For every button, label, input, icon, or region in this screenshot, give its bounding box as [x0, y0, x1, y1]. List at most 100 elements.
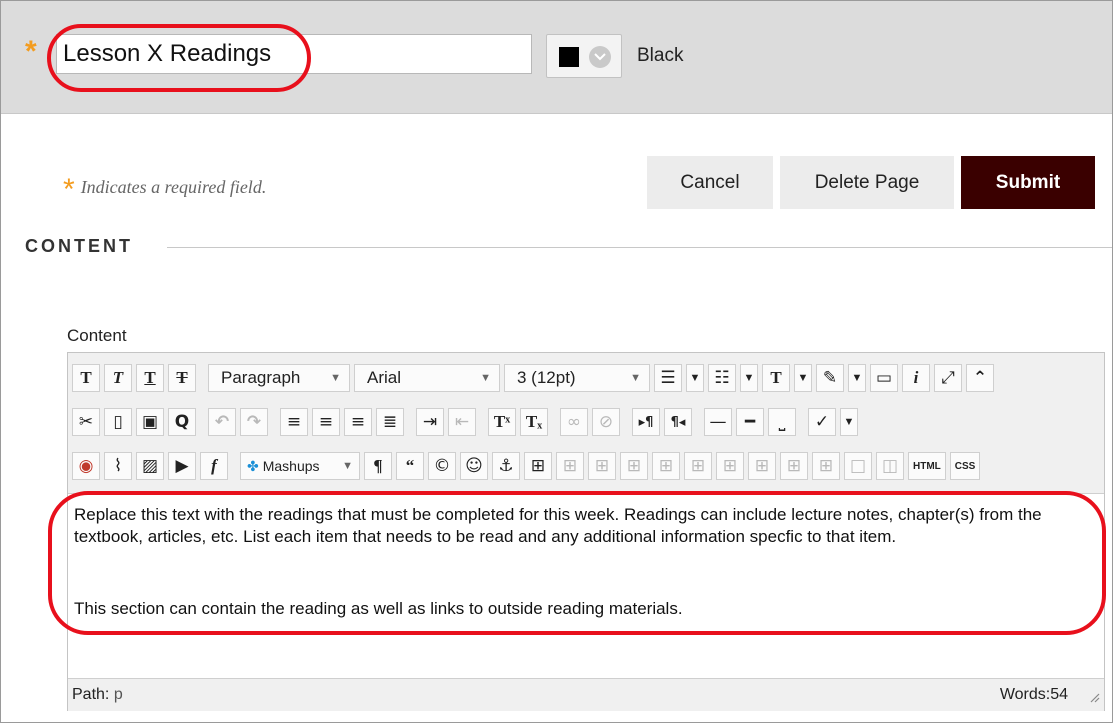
chevron-down-icon[interactable]: ▼ — [686, 364, 704, 392]
color-swatch — [559, 47, 579, 67]
strikethrough-icon[interactable]: T — [168, 364, 196, 392]
horizontal-rule-icon[interactable]: — — [704, 408, 732, 436]
align-right-icon[interactable]: ≡ — [344, 408, 372, 436]
content-field-label: Content — [67, 326, 127, 345]
path-indicator: Path: p — [72, 686, 123, 704]
page-title-input[interactable] — [56, 34, 532, 74]
required-star-icon: * — [25, 35, 37, 68]
rich-text-editor: T T T T Paragraph ▼ Arial ▼ 3 (12pt) ▼ ☰ ▼ … — [67, 352, 1105, 711]
unlink-icon[interactable]: ⊘ — [592, 408, 620, 436]
content-editor-page: * Black *Indicates a required field. Can… — [0, 0, 1113, 723]
align-justify-icon[interactable]: ≣ — [376, 408, 404, 436]
blockquote-icon[interactable]: “ — [396, 452, 424, 480]
attach-file-icon[interactable]: ⌇ — [104, 452, 132, 480]
chevron-down-icon[interactable]: ▼ — [794, 364, 812, 392]
align-center-icon[interactable]: ≡ — [312, 408, 340, 436]
html-source-button[interactable]: HTML — [908, 452, 946, 480]
chevron-down-icon: ▼ — [330, 372, 341, 384]
font-family-select[interactable]: Arial ▼ — [354, 364, 500, 392]
resize-grip-icon[interactable] — [1088, 690, 1100, 708]
body-paragraph-2: This section can contain the reading as … — [74, 599, 683, 618]
fullscreen-icon[interactable]: ⤢ — [934, 364, 962, 392]
submit-button[interactable]: Submit — [961, 156, 1095, 209]
editor-content-area[interactable]: Replace this text with the readings that… — [68, 494, 1104, 678]
color-name-label: Black — [637, 45, 684, 66]
thick-rule-icon[interactable]: ━ — [736, 408, 764, 436]
merge-cells-icon[interactable]: □ — [844, 452, 872, 480]
editor-toolbar: T T T T Paragraph ▼ Arial ▼ 3 (12pt) ▼ ☰ ▼ … — [68, 353, 1104, 494]
indent-icon[interactable]: ⇥ — [416, 408, 444, 436]
section-divider — [167, 247, 1112, 248]
italic-icon[interactable]: T — [104, 364, 132, 392]
copyright-icon[interactable]: © — [428, 452, 456, 480]
insert-col-before-icon[interactable]: ⊞ — [748, 452, 776, 480]
bold-icon[interactable]: T — [72, 364, 100, 392]
font-select-value: Arial — [367, 368, 402, 387]
preview-screen-icon[interactable]: ▭ — [870, 364, 898, 392]
anchor-icon[interactable]: ⚓ — [492, 452, 520, 480]
spellcheck-icon[interactable]: ✓ — [808, 408, 836, 436]
insert-media-icon[interactable]: ▶ — [168, 452, 196, 480]
insert-row-before-icon[interactable]: ⊞ — [652, 452, 680, 480]
superscript-icon[interactable]: Tˣ — [488, 408, 516, 436]
format-select-value: Paragraph — [221, 368, 301, 387]
underline-icon[interactable]: T — [136, 364, 164, 392]
numbered-list-icon[interactable]: ☷ — [708, 364, 736, 392]
chevron-down-icon[interactable]: ▼ — [848, 364, 866, 392]
align-left-icon[interactable]: ≡ — [280, 408, 308, 436]
css-edit-button[interactable]: CSS — [949, 452, 981, 480]
insert-image-icon[interactable]: ▨ — [136, 452, 164, 480]
outdent-icon[interactable]: ⇤ — [448, 408, 476, 436]
editor-status-bar: Path: p Words:54 — [68, 678, 1104, 711]
text-color-icon[interactable]: T — [762, 364, 790, 392]
copy-icon[interactable]: ▯ — [104, 408, 132, 436]
ltr-direction-icon[interactable]: ▸¶ — [632, 408, 660, 436]
math-formula-icon[interactable]: f — [200, 452, 228, 480]
insert-table-icon[interactable]: ⊞ — [524, 452, 552, 480]
undo-icon[interactable]: ↶ — [208, 408, 236, 436]
toolbar-row-1: T T T T Paragraph ▼ Arial ▼ 3 (12pt) ▼ ☰ ▼ … — [72, 363, 998, 393]
delete-col-icon[interactable]: ⊞ — [812, 452, 840, 480]
cell-props-icon[interactable]: ⊞ — [620, 452, 648, 480]
find-icon[interactable]: Q — [168, 408, 196, 436]
font-size-select[interactable]: 3 (12pt) ▼ — [504, 364, 650, 392]
required-field-note: * Indicates a required field. — [63, 173, 266, 207]
redo-icon[interactable]: ↷ — [240, 408, 268, 436]
path-value: p — [113, 686, 123, 703]
title-band: * Black — [1, 1, 1112, 114]
collapse-toolbar-icon[interactable]: ⌃ — [966, 364, 994, 392]
paste-icon[interactable]: ▣ — [136, 408, 164, 436]
title-color-picker[interactable] — [546, 34, 622, 78]
format-select[interactable]: Paragraph ▼ — [208, 364, 350, 392]
row-props-icon[interactable]: ⊞ — [588, 452, 616, 480]
required-star-icon: * — [63, 173, 75, 206]
body-paragraph-1: Replace this text with the readings that… — [74, 505, 1042, 546]
delete-row-icon[interactable]: ⊞ — [716, 452, 744, 480]
paragraph-icon[interactable]: ¶ — [364, 452, 392, 480]
link-icon[interactable]: ∞ — [560, 408, 588, 436]
size-select-value: 3 (12pt) — [517, 368, 576, 387]
subscript-icon[interactable]: Tₓ — [520, 408, 548, 436]
toolbar-row-3: ◉ ⌇ ▨ ▶ f ✤ Mashups ▼ ¶ “ © ☺ ⚓ ⊞ ⊞ ⊞ ⊞ ⊞ … — [72, 451, 984, 481]
emoticon-icon[interactable]: ☺ — [460, 452, 488, 480]
insert-col-after-icon[interactable]: ⊞ — [780, 452, 808, 480]
word-count: Words:54 — [999, 686, 1068, 703]
highlight-pen-icon[interactable]: ✎ — [816, 364, 844, 392]
rtl-direction-icon[interactable]: ¶◂ — [664, 408, 692, 436]
chevron-down-icon[interactable] — [589, 46, 611, 68]
chevron-down-icon[interactable]: ▼ — [840, 408, 858, 436]
mashups-label: Mashups — [262, 457, 320, 474]
info-icon[interactable]: i — [902, 364, 930, 392]
chevron-down-icon[interactable]: ▼ — [740, 364, 758, 392]
table-props-icon[interactable]: ⊞ — [556, 452, 584, 480]
toolbar-row-2: ✂ ▯ ▣ Q ↶ ↷ ≡ ≡ ≡ ≣ ⇥ ⇤ Tˣ Tₓ ∞ ⊘ ▸¶ ¶◂ … — [72, 407, 862, 437]
cut-icon[interactable]: ✂ — [72, 408, 100, 436]
record-media-icon[interactable]: ◉ — [72, 452, 100, 480]
cancel-button[interactable]: Cancel — [647, 156, 773, 209]
split-cells-icon[interactable]: ◫ — [876, 452, 904, 480]
nonbreaking-space-icon[interactable]: ⎵ — [768, 408, 796, 436]
bullet-list-icon[interactable]: ☰ — [654, 364, 682, 392]
mashups-select[interactable]: ✤ Mashups ▼ — [240, 452, 360, 480]
insert-row-after-icon[interactable]: ⊞ — [684, 452, 712, 480]
delete-page-button[interactable]: Delete Page — [780, 156, 954, 209]
